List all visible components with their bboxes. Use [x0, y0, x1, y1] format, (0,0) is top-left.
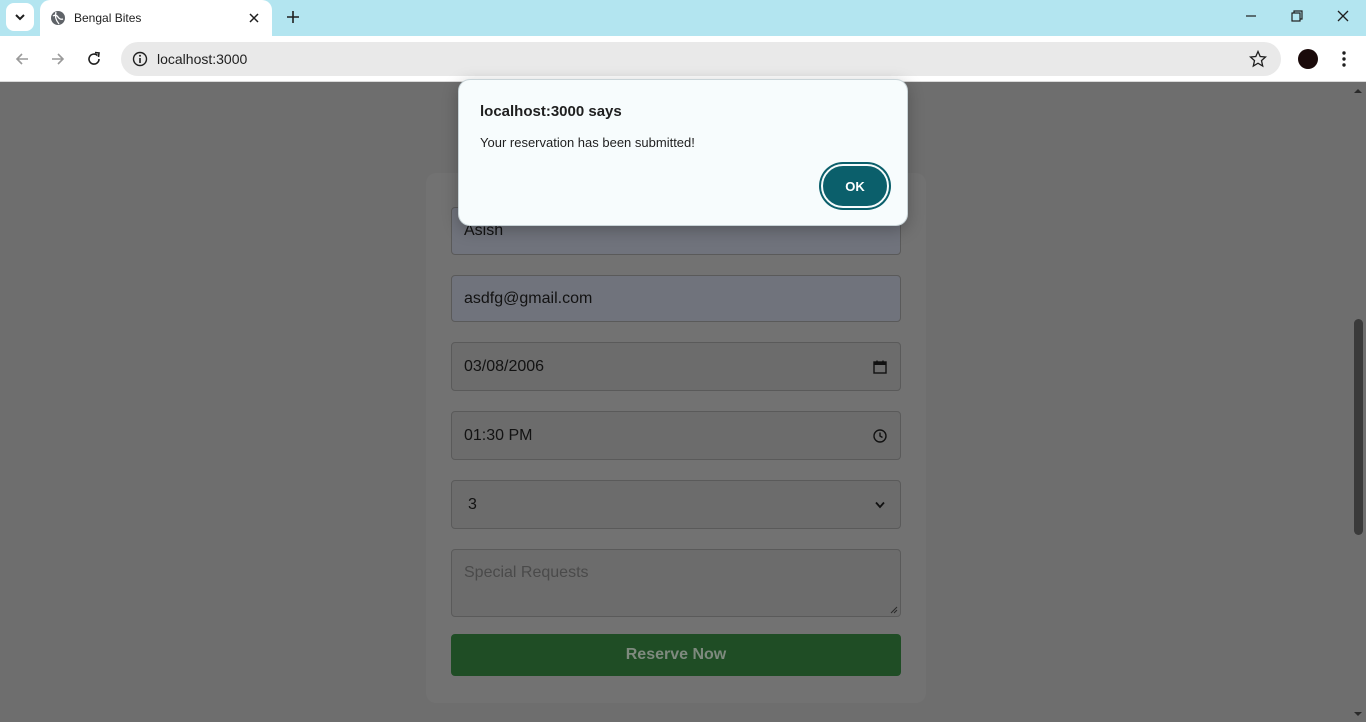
arrow-right-icon [52, 53, 65, 65]
calendar-icon[interactable] [872, 359, 888, 375]
email-input[interactable]: asdfg@gmail.com [451, 275, 901, 322]
browser-toolbar: localhost:3000 [0, 36, 1366, 82]
minimize-icon [1246, 15, 1256, 17]
date-value: 03/08/2006 [464, 357, 545, 375]
minimize-button[interactable] [1228, 0, 1274, 32]
tab-title: Bengal Bites [74, 11, 142, 25]
reserve-now-button[interactable]: Reserve Now [451, 634, 901, 676]
ok-button[interactable]: OK [821, 164, 889, 208]
browser-menu-button[interactable] [1334, 47, 1354, 71]
reload-button[interactable] [79, 44, 109, 74]
tab-search-button[interactable] [6, 3, 34, 31]
special-requests-textarea[interactable]: Special Requests [451, 549, 901, 617]
guests-select[interactable]: 3 [451, 480, 901, 529]
back-button[interactable] [7, 44, 37, 74]
info-icon[interactable] [123, 51, 157, 67]
new-tab-button[interactable] [282, 6, 304, 28]
guests-value: 3 [468, 495, 477, 513]
profile-avatar[interactable] [1298, 49, 1318, 69]
star-icon[interactable] [1249, 50, 1267, 68]
close-window-button[interactable] [1320, 0, 1366, 32]
url-text[interactable]: localhost:3000 [157, 51, 247, 67]
clock-icon[interactable] [872, 428, 888, 444]
date-input[interactable]: 03/08/2006 [451, 342, 901, 391]
email-value: asdfg@gmail.com [464, 289, 593, 307]
time-value: 01:30 PM [464, 426, 533, 444]
restore-button[interactable] [1274, 0, 1320, 32]
arrow-left-icon [15, 53, 28, 65]
scroll-down-arrow-icon[interactable] [1352, 710, 1364, 718]
alert-dialog: localhost:3000 says Your reservation has… [458, 79, 908, 226]
tab-strip: Bengal Bites [0, 0, 1366, 36]
restore-icon [1291, 10, 1303, 22]
address-bar[interactable]: localhost:3000 [121, 42, 1281, 76]
dialog-title: localhost:3000 says [480, 103, 622, 120]
close-icon [249, 13, 259, 23]
active-tab[interactable]: Bengal Bites [40, 0, 272, 36]
tab-close-button[interactable] [246, 10, 262, 26]
resize-handle-icon[interactable] [890, 606, 898, 614]
dialog-message: Your reservation has been submitted! [480, 135, 695, 150]
globe-icon [50, 10, 66, 26]
chevron-down-icon [15, 14, 25, 21]
reload-icon [88, 51, 100, 65]
forward-button[interactable] [43, 44, 73, 74]
scroll-up-arrow-icon[interactable] [1352, 87, 1364, 95]
time-input[interactable]: 01:30 PM [451, 411, 901, 460]
plus-icon [287, 11, 299, 23]
chevron-down-icon [872, 497, 888, 513]
scrollbar-thumb[interactable] [1354, 319, 1363, 535]
kebab-icon [1342, 51, 1346, 67]
close-icon [1337, 10, 1349, 22]
special-requests-placeholder: Special Requests [464, 564, 589, 581]
